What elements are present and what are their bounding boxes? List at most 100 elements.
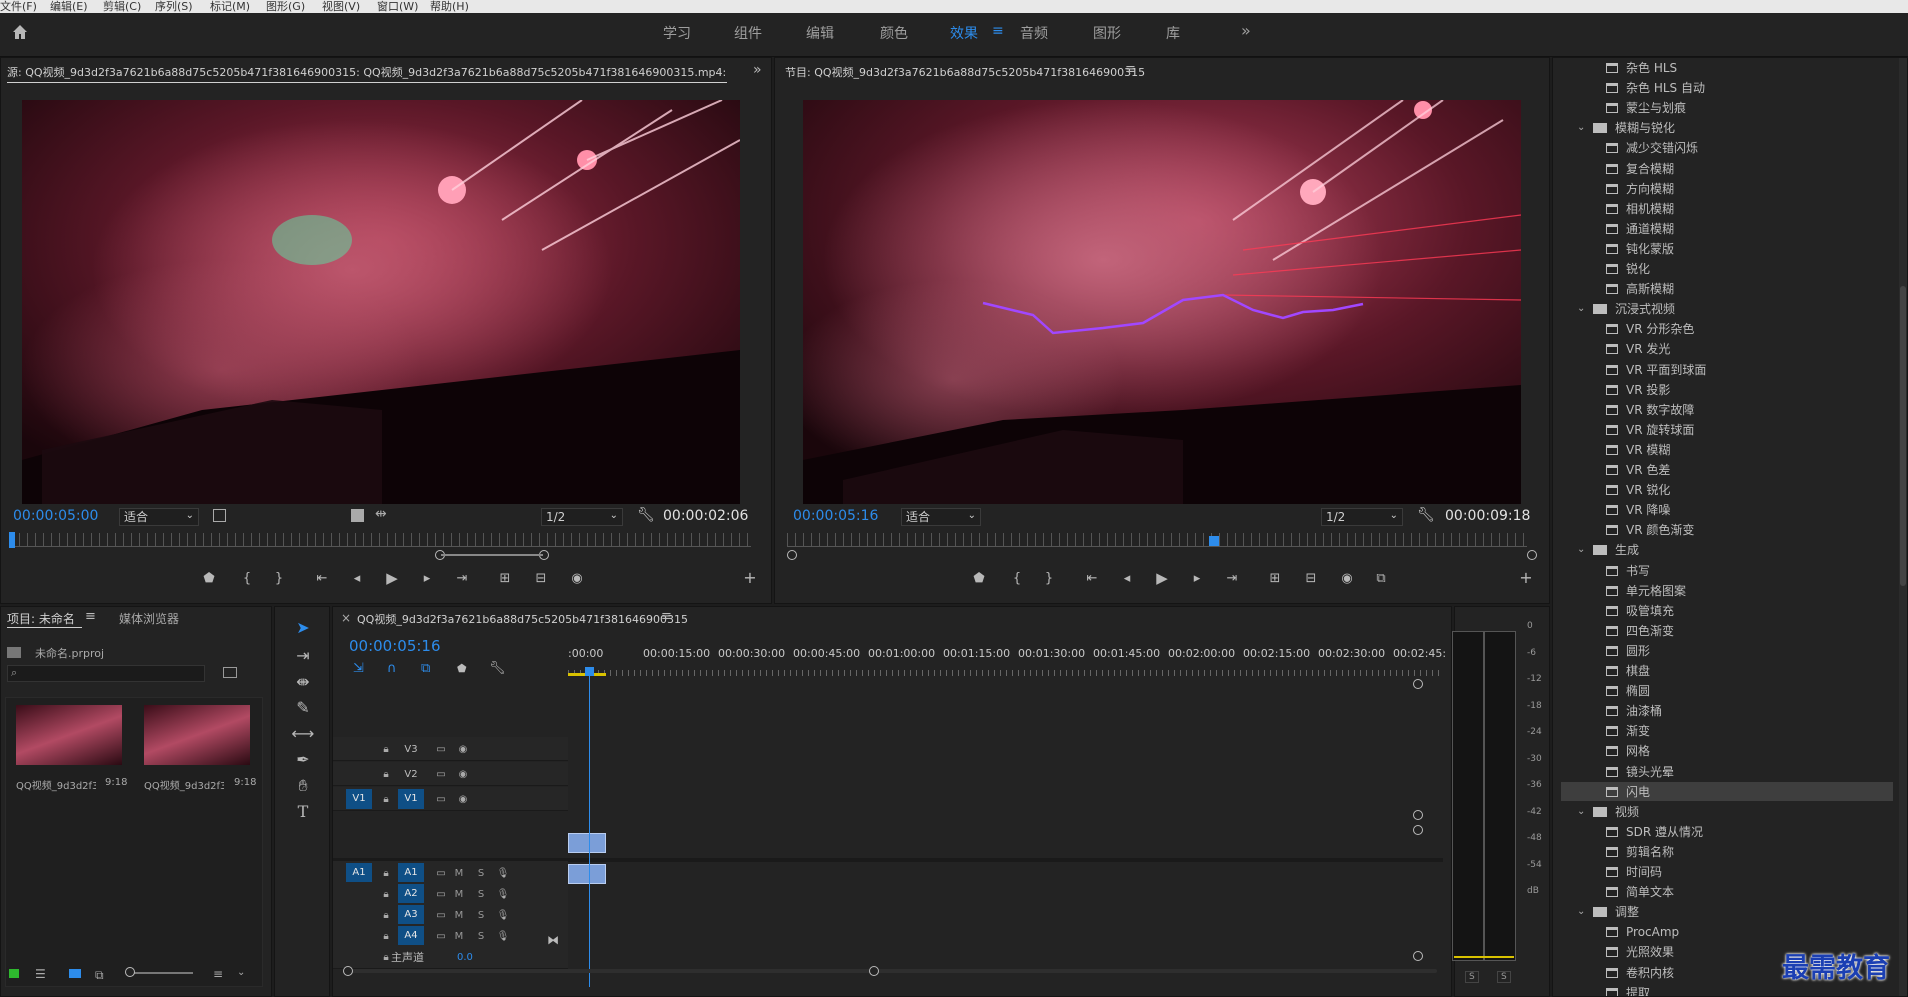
program-fit-dropdown[interactable]: 适合 ⌄: [901, 508, 981, 526]
source-zoom-bar[interactable]: [441, 554, 543, 556]
source-timecode[interactable]: 00:00:05:00: [13, 508, 98, 524]
chevron-down-icon[interactable]: ⌄: [1577, 903, 1585, 921]
effect-item[interactable]: 渐变: [1626, 722, 1650, 740]
mute-button[interactable]: M: [451, 907, 467, 925]
freeform-view-icon[interactable]: ⧉: [95, 968, 104, 983]
clip-thumbnail[interactable]: [16, 705, 122, 765]
effect-item[interactable]: 蒙尘与划痕: [1626, 99, 1686, 117]
overwrite-icon[interactable]: ⊟: [531, 571, 551, 587]
chevron-down-icon[interactable]: ⌄: [1577, 300, 1585, 318]
vertical-zoom-handle[interactable]: [1413, 825, 1423, 835]
source-patch-a1[interactable]: A1: [346, 863, 372, 883]
lock-icon[interactable]: [9, 969, 19, 978]
source-resolution-dropdown[interactable]: 1/2 ⌄: [541, 508, 623, 526]
sync-lock-icon[interactable]: ▭: [433, 741, 449, 759]
tab-workspace[interactable]: 效果: [950, 23, 978, 43]
master-volume-value[interactable]: 0.0: [457, 949, 473, 967]
mark-in-icon[interactable]: {: [239, 571, 255, 587]
audio-clip[interactable]: [568, 864, 606, 884]
add-marker-icon[interactable]: ⬟: [971, 571, 987, 587]
go-to-out-icon[interactable]: ⇥: [453, 571, 471, 587]
program-zoom-start-handle[interactable]: [787, 550, 797, 560]
effect-item[interactable]: VR 发光: [1626, 340, 1670, 358]
solo-button[interactable]: S: [473, 886, 489, 904]
effect-item[interactable]: 光照效果: [1626, 943, 1674, 961]
menu-item[interactable]: 图形(G): [266, 0, 305, 13]
lift-icon[interactable]: ⊞: [1265, 571, 1285, 587]
effect-item[interactable]: 椭圆: [1626, 682, 1650, 700]
effect-item[interactable]: VR 降噪: [1626, 501, 1670, 519]
source-drag-icon[interactable]: ⇹: [375, 506, 387, 522]
mute-button[interactable]: M: [451, 865, 467, 883]
program-add-button-icon[interactable]: +: [1517, 570, 1535, 586]
mark-out-icon[interactable]: }: [1041, 571, 1057, 587]
timeline-menu-icon[interactable]: ≡: [661, 609, 672, 624]
effect-category[interactable]: 视频: [1615, 803, 1639, 821]
timeline-playhead[interactable]: [589, 671, 590, 987]
program-playhead[interactable]: [1209, 536, 1219, 546]
effect-item[interactable]: 四色渐变: [1626, 622, 1674, 640]
lock-icon[interactable]: 🔒︎: [378, 865, 394, 883]
effect-item[interactable]: 时间码: [1626, 863, 1662, 881]
effect-item[interactable]: 镜头光晕: [1626, 763, 1674, 781]
effect-item[interactable]: VR 投影: [1626, 381, 1670, 399]
tab-workspace[interactable]: 图形: [1093, 23, 1121, 43]
timeline-playhead-handle[interactable]: [585, 667, 594, 676]
source-monitor-title[interactable]: 源: QQ视频_9d3d2f3a7621b6a88d75c5205b471f38…: [7, 64, 727, 80]
effect-item[interactable]: VR 锐化: [1626, 481, 1670, 499]
tab-workspace[interactable]: 库: [1166, 23, 1180, 43]
menu-item[interactable]: 标记(M): [210, 0, 250, 13]
effect-item[interactable]: 闪电: [1626, 783, 1650, 801]
source-playhead[interactable]: [9, 532, 15, 548]
menu-item[interactable]: 剪辑(C): [103, 0, 141, 13]
effect-item[interactable]: 钝化蒙版: [1626, 240, 1674, 258]
track-select-tool-icon[interactable]: ⇥: [291, 645, 315, 667]
razor-tool-icon[interactable]: ✎: [291, 697, 315, 719]
source-patch-v1[interactable]: V1: [346, 789, 372, 809]
workspace-more-button[interactable]: »: [1241, 21, 1251, 40]
horizontal-zoom-start[interactable]: [343, 966, 353, 976]
track-target-v3[interactable]: V3: [398, 741, 424, 759]
program-timecode[interactable]: 00:00:05:16: [793, 508, 878, 524]
tab-workspace[interactable]: 学习: [663, 23, 691, 43]
mark-out-icon[interactable]: }: [271, 571, 287, 587]
sync-lock-icon[interactable]: ▭: [433, 791, 449, 809]
effect-item[interactable]: VR 平面到球面: [1626, 361, 1706, 379]
lock-icon[interactable]: 🔒︎: [378, 928, 394, 946]
effect-item[interactable]: VR 模糊: [1626, 441, 1670, 459]
menu-item[interactable]: 帮助(H): [430, 0, 469, 13]
sync-lock-icon[interactable]: ▭: [433, 907, 449, 925]
effect-item[interactable]: VR 颜色渐变: [1626, 521, 1694, 539]
program-menu-icon[interactable]: ≡: [1125, 62, 1136, 77]
lock-icon[interactable]: 🔒︎: [378, 791, 394, 809]
effect-item[interactable]: 锐化: [1626, 260, 1650, 278]
horizontal-zoom-end[interactable]: [869, 966, 879, 976]
video-clip[interactable]: [568, 833, 606, 853]
chevron-down-icon[interactable]: ⌄: [1577, 541, 1585, 559]
tab-workspace[interactable]: 音频: [1020, 23, 1048, 43]
add-marker-icon[interactable]: ⬟: [201, 571, 217, 587]
effect-item[interactable]: 高斯模糊: [1626, 280, 1674, 298]
solo-left-button[interactable]: S: [1465, 971, 1479, 983]
program-monitor-title[interactable]: 节目: QQ视频_9d3d2f3a7621b6a88d75c5205b471f3…: [785, 64, 1145, 80]
play-icon[interactable]: ▶: [383, 570, 401, 586]
microphone-icon[interactable]: 🎙︎: [495, 907, 511, 925]
insert-icon[interactable]: ⊞: [495, 571, 515, 587]
project-menu-icon[interactable]: ≡: [85, 609, 96, 624]
microphone-icon[interactable]: 🎙︎: [495, 928, 511, 946]
menu-item[interactable]: 视图(V): [322, 0, 360, 13]
track-target-v2[interactable]: V2: [398, 766, 424, 784]
clip-thumbnail[interactable]: [144, 705, 250, 765]
new-bin-icon[interactable]: [223, 667, 237, 678]
compare-view-icon[interactable]: ⧉: [1371, 571, 1391, 587]
effect-item[interactable]: VR 分形杂色: [1626, 320, 1694, 338]
effect-item[interactable]: 棋盘: [1626, 662, 1650, 680]
zoom-slider[interactable]: [129, 972, 193, 974]
program-resolution-dropdown[interactable]: 1/2 ⌄: [1321, 508, 1403, 526]
chevron-down-icon[interactable]: ⌄: [1577, 119, 1585, 137]
play-icon[interactable]: ▶: [1153, 570, 1171, 586]
vertical-zoom-handle[interactable]: [1413, 679, 1423, 689]
track-target-a4[interactable]: A4: [398, 926, 424, 946]
lock-icon[interactable]: 🔒︎: [378, 741, 394, 759]
eye-icon[interactable]: ◉: [455, 766, 471, 784]
